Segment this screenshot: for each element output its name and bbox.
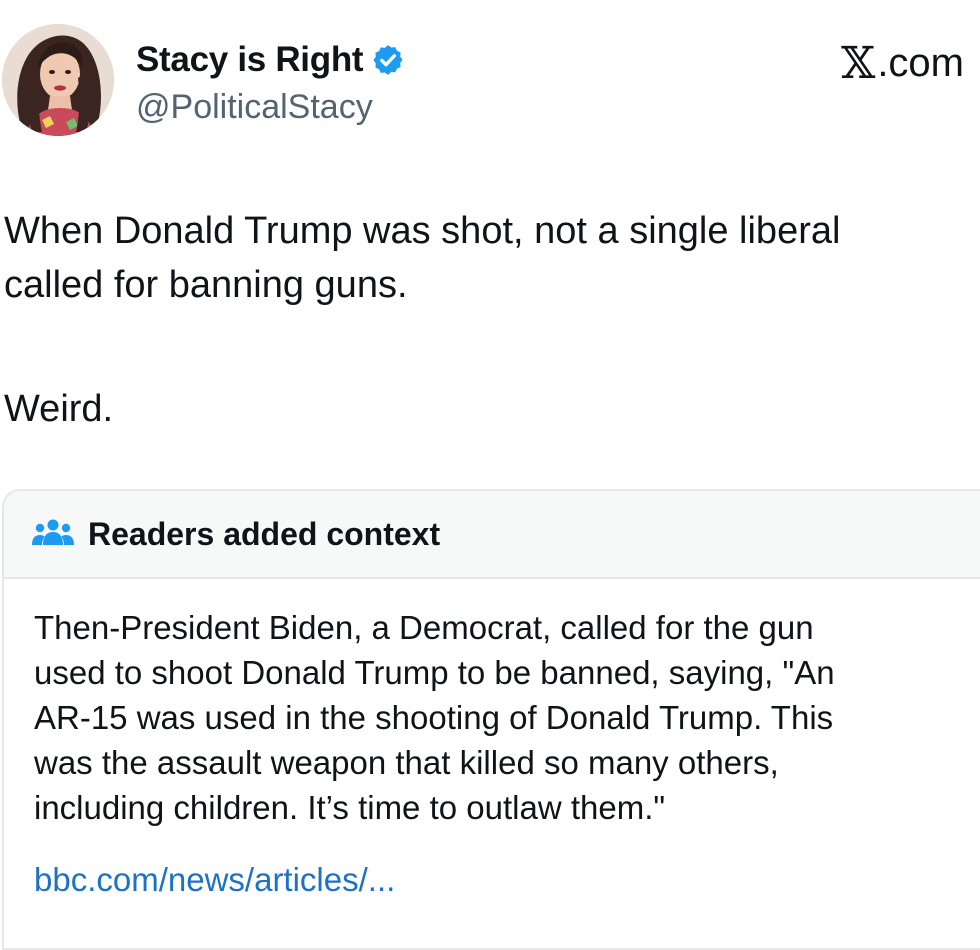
x-brand-logo: 𝕏 .com bbox=[841, 38, 964, 89]
note-text-line: Then-President Biden, a Democrat, called… bbox=[34, 609, 814, 646]
user-handle[interactable]: @PoliticalStacy bbox=[136, 88, 373, 127]
community-note: Readers added context Then-President Bid… bbox=[2, 489, 980, 950]
community-note-header: Readers added context bbox=[4, 491, 980, 579]
verified-badge-icon bbox=[371, 43, 405, 77]
display-name[interactable]: Stacy is Right bbox=[136, 40, 364, 80]
note-text-line: used to shoot Donald Trump to be banned,… bbox=[34, 654, 835, 691]
tweet-text-line: When Donald Trump was shot, not a single… bbox=[4, 210, 841, 252]
name-row: Stacy is Right bbox=[136, 38, 405, 82]
tweet-header: Stacy is Right @PoliticalStacy 𝕏 .com bbox=[0, 24, 980, 142]
tweet-screenshot: Stacy is Right @PoliticalStacy 𝕏 .com Wh… bbox=[0, 0, 980, 950]
people-group-icon bbox=[32, 517, 74, 551]
source-link[interactable]: bbc.com/news/articles/... bbox=[34, 861, 395, 899]
tweet-text-line: called for banning guns. bbox=[4, 264, 408, 306]
community-note-text: Then-President Biden, a Democrat, called… bbox=[34, 605, 974, 830]
tweet-closing-text: Weird. bbox=[4, 388, 114, 430]
avatar[interactable] bbox=[2, 24, 114, 136]
x-logo-icon: 𝕏 bbox=[841, 38, 876, 89]
note-text-line: AR-15 was used in the shooting of Donald… bbox=[34, 699, 834, 736]
profile-photo bbox=[2, 24, 114, 136]
community-note-title: Readers added context bbox=[88, 515, 441, 552]
tweet-body: When Donald Trump was shot, not a single… bbox=[4, 204, 974, 312]
note-text-line: was the assault weapon that killed so ma… bbox=[34, 744, 779, 781]
note-text-line: including children. It’s time to outlaw … bbox=[34, 789, 666, 826]
brand-domain: .com bbox=[877, 41, 964, 85]
